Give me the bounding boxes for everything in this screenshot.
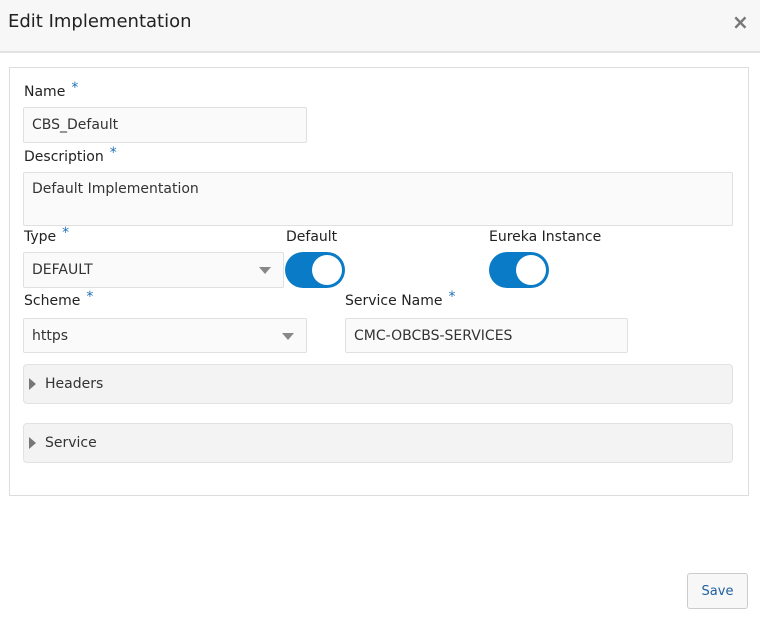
required-marker: * [448, 289, 456, 305]
caret-right-icon [29, 437, 36, 449]
default-label: Default [286, 229, 338, 245]
type-label-text: Type [24, 229, 57, 245]
chevron-down-icon [282, 332, 294, 340]
eureka-instance-label: Eureka Instance [489, 229, 602, 245]
caret-right-icon [29, 378, 36, 390]
dialog-header: Edit Implementation × [0, 0, 760, 53]
required-marker: * [71, 80, 79, 96]
name-label: Name * [24, 80, 78, 100]
chevron-down-icon [259, 267, 271, 274]
name-label-text: Name [24, 84, 66, 100]
type-select[interactable]: DEFAULT [23, 252, 284, 288]
save-button[interactable]: Save [687, 573, 748, 609]
section-label: Headers [45, 376, 104, 392]
scheme-label-text: Scheme [24, 293, 81, 309]
service-section-toggle[interactable]: Service [23, 423, 733, 463]
service-name-label-text: Service Name [345, 293, 443, 309]
close-icon[interactable]: × [732, 10, 749, 34]
scheme-select[interactable]: https [23, 318, 307, 353]
description-label: Description * [24, 145, 117, 165]
section-label: Service [45, 435, 97, 451]
scheme-value: https [32, 327, 69, 344]
description-textarea[interactable]: Default Implementation [23, 172, 733, 226]
name-input[interactable]: CBS_Default [23, 107, 307, 143]
headers-section-toggle[interactable]: Headers [23, 364, 733, 404]
required-marker: * [109, 145, 117, 161]
scheme-label: Scheme * [24, 289, 93, 309]
required-marker: * [62, 225, 70, 241]
service-name-input[interactable]: CMC-OBCBS-SERVICES [345, 318, 628, 353]
toggle-knob [312, 255, 342, 285]
required-marker: * [86, 289, 94, 305]
toggle-knob [516, 255, 546, 285]
type-label: Type * [24, 225, 69, 245]
default-toggle[interactable] [285, 252, 345, 288]
eureka-instance-toggle[interactable] [489, 252, 549, 288]
service-name-label: Service Name * [345, 289, 456, 309]
type-value: DEFAULT [32, 262, 93, 278]
description-label-text: Description [24, 149, 104, 165]
dialog-title: Edit Implementation [8, 11, 192, 32]
